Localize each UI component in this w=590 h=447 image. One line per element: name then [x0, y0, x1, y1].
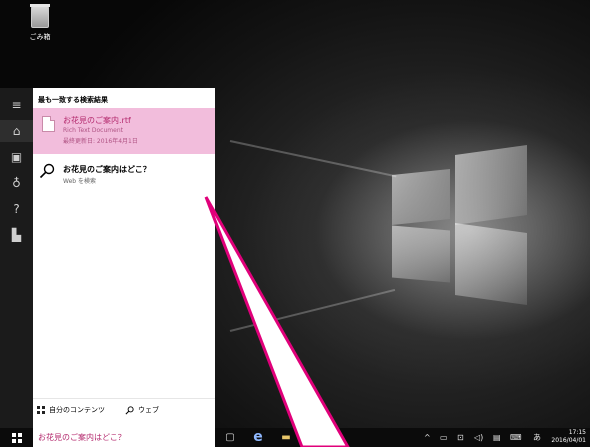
- search-icon: [125, 405, 134, 415]
- windows-icon: [37, 406, 45, 414]
- search-query-text: お花見のご案内はどこ？: [38, 433, 126, 442]
- help-icon[interactable]: ?: [0, 198, 33, 220]
- best-match-result[interactable]: お花見のご案内.rtf Rich Text Document 最終更新日: 20…: [33, 108, 215, 154]
- task-view-icon[interactable]: ▢: [222, 428, 238, 447]
- taskbar: お花見のご案内はどこ？ ▢ e ▬ ^ ▭ ⊡ ◁) ▤ ⌨ あ 17:15 2…: [0, 428, 590, 447]
- system-clock[interactable]: 17:15 2016/04/01: [551, 429, 586, 445]
- file-explorer-icon[interactable]: ▬: [278, 428, 294, 447]
- windows-logo-pane-br: [455, 222, 527, 306]
- lightbulb-icon[interactable]: ♁: [0, 172, 33, 194]
- rtf-file-icon: [42, 116, 55, 132]
- web-filter-button[interactable]: ウェブ: [125, 405, 159, 415]
- hamburger-menu-icon[interactable]: ≡: [0, 94, 33, 116]
- search-icon: [39, 163, 55, 179]
- volume-icon[interactable]: ◁): [474, 428, 483, 447]
- search-filter-bar: 自分のコンテンツ ウェブ: [33, 398, 215, 425]
- my-content-label: 自分のコンテンツ: [49, 406, 105, 414]
- recycle-bin[interactable]: ごみ箱: [20, 4, 60, 42]
- notebook-icon[interactable]: ▣: [0, 146, 33, 168]
- home-icon[interactable]: ⌂: [0, 120, 33, 142]
- best-match-title: お花見のご案内.rtf: [63, 116, 131, 125]
- web-filter-label: ウェブ: [138, 406, 159, 414]
- windows-icon: [11, 432, 22, 443]
- action-center-icon[interactable]: ▤: [493, 428, 501, 447]
- keyboard-icon[interactable]: ⌨: [510, 428, 522, 447]
- best-match-header: 最も一致する検索結果: [38, 96, 108, 104]
- start-rail: ≡ ⌂ ▣ ♁ ? ▙: [0, 88, 33, 428]
- battery-icon[interactable]: ▭: [440, 428, 448, 447]
- light-beam: [229, 140, 397, 178]
- best-match-type: Rich Text Document: [63, 127, 123, 134]
- web-result-subtitle: Web を検索: [63, 178, 96, 185]
- best-match-modified: 最終更新日: 2016年4月1日: [63, 138, 138, 145]
- edge-browser-icon[interactable]: e: [248, 428, 268, 447]
- windows-logo-pane-bl: [392, 225, 450, 283]
- clock-date: 2016/04/01: [551, 437, 586, 444]
- ime-mode-indicator[interactable]: あ: [533, 428, 541, 447]
- light-beam: [229, 288, 396, 332]
- windows-logo-pane-tl: [392, 168, 450, 226]
- web-search-result[interactable]: お花見のご案内はどこ？ Web を検索: [33, 160, 215, 190]
- recycle-bin-label: ごみ箱: [29, 33, 51, 41]
- start-button[interactable]: [0, 428, 33, 447]
- feedback-icon[interactable]: ▙: [0, 224, 33, 246]
- taskbar-search-box[interactable]: お花見のご案内はどこ？: [33, 428, 215, 447]
- show-hidden-icons-icon[interactable]: ^: [424, 428, 431, 447]
- my-content-filter-button[interactable]: 自分のコンテンツ: [37, 405, 105, 415]
- recycle-bin-icon: [30, 4, 50, 28]
- clock-time: 17:15: [568, 429, 586, 436]
- windows-logo-pane-tr: [455, 144, 527, 226]
- search-results-panel: 最も一致する検索結果 お花見のご案内.rtf Rich Text Documen…: [33, 88, 215, 428]
- web-result-title: お花見のご案内はどこ？: [63, 165, 151, 174]
- network-icon[interactable]: ⊡: [457, 428, 464, 447]
